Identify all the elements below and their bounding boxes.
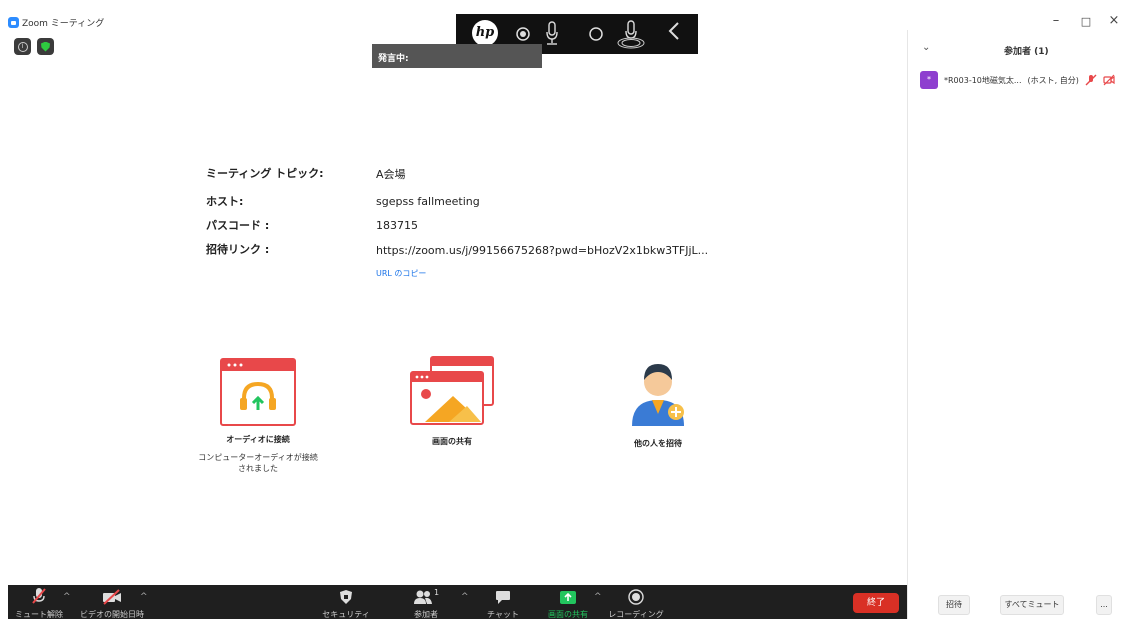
security-button[interactable]: セキュリティ [316, 585, 376, 619]
chevron-left-icon[interactable] [668, 21, 680, 41]
window-title-text: Zoom ミーティング [22, 19, 105, 29]
chat-label: チャット [487, 610, 519, 619]
participant-mic-muted-icon [1085, 74, 1097, 86]
share-screen-label: 画面の共有 [432, 437, 472, 446]
start-video-button[interactable]: ビデオの開始日時 [70, 585, 154, 619]
topic-label: ミーティング トピック: [206, 167, 324, 180]
chat-icon [496, 591, 510, 604]
hp-logo: hp [472, 20, 498, 46]
participants-panel: ⌄ 参加者 (1) * *R003-10地磁気太... (ホスト, 自分) 招待… [907, 30, 1132, 619]
participants-panel-title: 参加者 (1) [1004, 47, 1049, 57]
unmute-label: ミュート解除 [15, 610, 63, 619]
record-button[interactable]: レコーディング [606, 585, 666, 619]
participants-options-caret-icon[interactable]: ^ [461, 592, 469, 602]
invite-link-value[interactable]: https://zoom.us/j/99156675268?pwd=bHozV2… [376, 244, 708, 257]
invite-person-icon [632, 364, 684, 426]
share-screen-toolbar-label: 画面の共有 [548, 610, 588, 619]
encryption-button[interactable] [37, 38, 54, 55]
microphone-active-icon[interactable] [616, 19, 646, 49]
host-value: sgepss fallmeeting [376, 195, 480, 208]
invite-button[interactable]: 招待 [938, 595, 970, 615]
participant-role: (ホスト, 自分) [1027, 75, 1079, 85]
audio-status-text: コンピューターオーディオが接続されました [198, 453, 318, 473]
invite-others-label: 他の人を招待 [634, 439, 682, 448]
security-label: セキュリティ [322, 610, 370, 619]
participants-button[interactable]: 1 参加者 [398, 585, 454, 619]
mute-all-button[interactable]: すべてミュート [1000, 595, 1064, 615]
copy-url-link[interactable]: URL のコピー [376, 268, 426, 279]
minimize-button[interactable]: – [1044, 13, 1068, 28]
camera-toggle-icon[interactable] [516, 27, 530, 41]
speaking-banner: 発言中: [372, 44, 542, 68]
video-options-caret-icon[interactable]: ^ [140, 592, 148, 602]
microphone-icon[interactable] [544, 20, 560, 48]
microphone-muted-icon [32, 588, 46, 604]
passcode-value: 183715 [376, 219, 418, 232]
end-meeting-button[interactable]: 終了 [853, 593, 899, 613]
host-label: ホスト: [206, 195, 244, 208]
zoom-logo-icon [8, 17, 19, 28]
share-screen-button[interactable]: 画面の共有 [536, 585, 600, 619]
maximize-button[interactable]: □ [1074, 15, 1098, 28]
chat-button[interactable]: チャット [478, 585, 528, 619]
participant-video-off-icon [1103, 74, 1115, 86]
meeting-toolbar: ミュート解除 ^ ビデオの開始日時 ^ セキュリティ 1 参加者 ^ チャット … [8, 585, 908, 619]
headphones-icon [220, 358, 296, 426]
record-icon [628, 589, 644, 605]
participant-count: 1 [433, 588, 440, 597]
topic-value: A会場 [376, 168, 406, 181]
zoom-window: Zoom ミーティング – □ × i hp 発言中: ミーティング トピック:… [0, 0, 1132, 619]
info-button[interactable]: i [14, 38, 31, 55]
share-screen-arrow-icon [560, 591, 576, 604]
window-title: Zoom ミーティング [8, 16, 104, 29]
invite-others-action[interactable]: 他の人を招待 [608, 354, 708, 449]
circle-icon[interactable] [589, 27, 603, 41]
share-options-caret-icon[interactable]: ^ [594, 592, 602, 602]
start-video-label: ビデオの開始日時 [80, 610, 144, 619]
info-icon: i [17, 41, 28, 52]
meeting-info-icons: i [14, 38, 54, 55]
participant-name: *R003-10地磁気太... [944, 75, 1022, 85]
unmute-button[interactable]: ミュート解除 [8, 585, 70, 619]
share-screen-action[interactable]: 画面の共有 [404, 356, 500, 447]
panel-collapse-chevron-icon[interactable]: ⌄ [922, 42, 930, 53]
more-options-button[interactable]: ... [1096, 595, 1112, 615]
invite-link-label: 招待リンク : [206, 243, 270, 256]
passcode-label: パスコード : [206, 219, 270, 232]
participants-icon [413, 590, 432, 604]
shield-icon [41, 41, 50, 52]
share-screen-icon [410, 356, 494, 425]
participant-row[interactable]: * *R003-10地磁気太... (ホスト, 自分) [920, 70, 1130, 90]
video-off-icon [103, 589, 121, 605]
security-shield-icon [340, 590, 352, 604]
participants-label: 参加者 [414, 610, 438, 619]
close-button[interactable]: × [1102, 13, 1126, 28]
record-label: レコーディング [608, 610, 664, 619]
join-audio-action[interactable]: オーディオに接続 コンピューターオーディオが接続されました [196, 358, 320, 474]
participant-avatar: * [920, 71, 938, 89]
join-audio-label: オーディオに接続 [226, 435, 290, 444]
